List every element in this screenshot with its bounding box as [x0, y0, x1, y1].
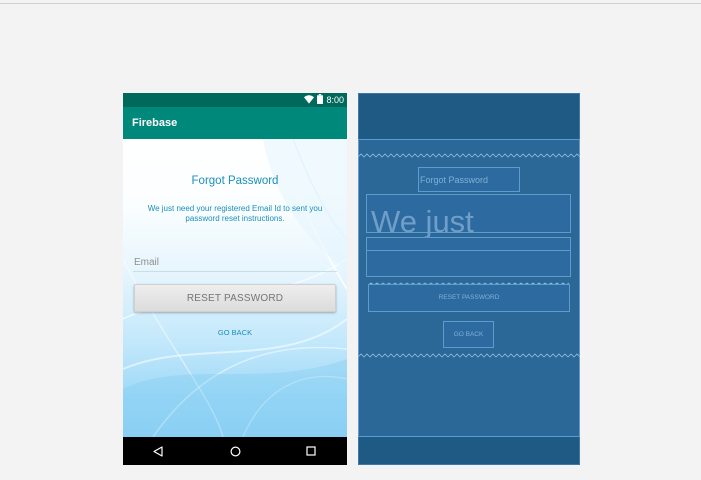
back-icon[interactable] [151, 444, 165, 458]
blueprint-title-box: Forgot Password [418, 167, 520, 192]
app-bar: Firebase [123, 107, 347, 139]
toolbar-divider [0, 3, 701, 4]
blueprint-zigzags [358, 153, 580, 358]
email-field[interactable] [133, 253, 337, 272]
blueprint-description-box: We just [366, 194, 571, 239]
blueprint-title-label: Forgot Password [420, 175, 489, 185]
forgot-password-title: Forgot Password [191, 175, 279, 187]
navigation-bar [123, 437, 347, 465]
status-bar: 8:00 [123, 93, 347, 107]
blueprint-email-box [366, 237, 571, 277]
blueprint-go-back-box: GO BACK [443, 321, 494, 348]
blueprint-email-divider [366, 250, 571, 251]
blueprint-description-label: We just [371, 205, 474, 239]
design-preview: 8:00 Firebase Forgot Password We just ne… [123, 93, 347, 465]
home-icon[interactable] [228, 444, 242, 458]
status-time: 8:00 [326, 95, 344, 105]
forgot-password-description: We just need your registered Email Id to… [147, 204, 323, 223]
blueprint-reset-label: RESET PASSWORD [438, 294, 500, 301]
reset-password-button[interactable]: RESET PASSWORD [134, 284, 336, 312]
go-back-button[interactable]: GO BACK [205, 325, 265, 339]
blueprint-reset-box: RESET PASSWORD [368, 284, 570, 312]
forgot-password-screen: Forgot Password We just need your regist… [123, 139, 347, 437]
recents-icon[interactable] [304, 444, 318, 458]
blueprint-go-back-label: GO BACK [453, 331, 484, 338]
blueprint-preview: Forgot Password We just RESET PASSWORD G… [358, 93, 580, 465]
app-title: Firebase [132, 117, 178, 129]
